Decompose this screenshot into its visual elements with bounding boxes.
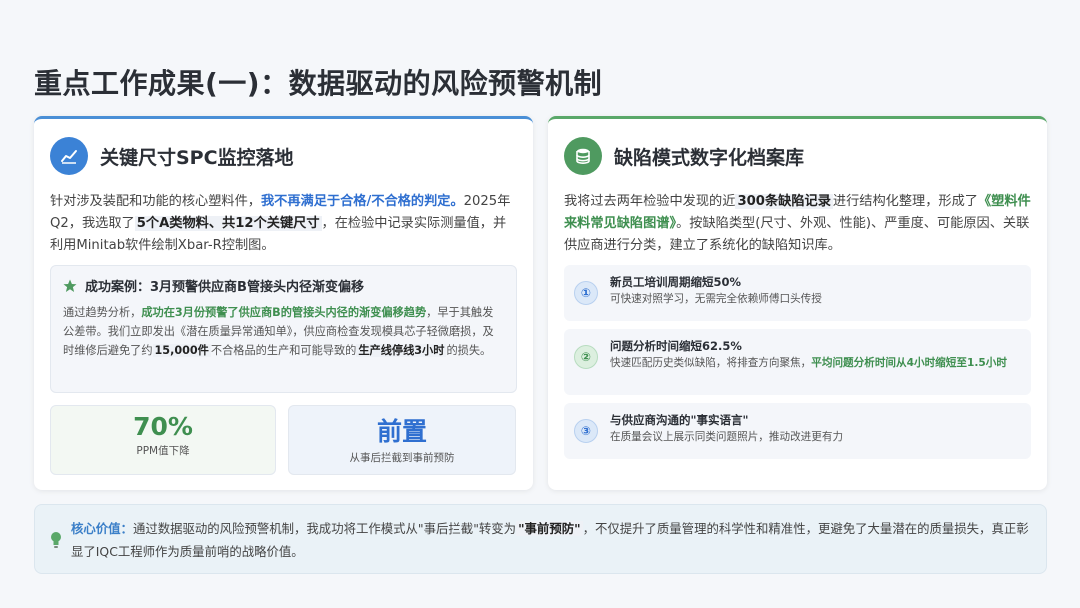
text-span: 不合格品的生产和可能导致的 xyxy=(210,344,357,357)
stat-ppm: 70% PPM值下降 xyxy=(50,405,276,475)
benefit-desc: 在质量会议上展示同类问题照片，推动改进更有力 xyxy=(610,431,844,443)
card-title: 关键尺寸SPC监控落地 xyxy=(100,146,294,169)
success-case-box: 成功案例：3月预警供应商B管接头内径渐变偏移 通过趋势分析，成功在3月份预警了供… xyxy=(50,265,517,393)
card-title: 缺陷模式数字化档案库 xyxy=(614,146,805,169)
benefit-title: 问题分析时间缩短62.5% xyxy=(610,339,742,353)
star-icon xyxy=(63,279,77,292)
number-badge: ② xyxy=(574,345,598,369)
database-icon xyxy=(564,137,602,175)
benefit-title: 与供应商沟通的"事实语言" xyxy=(610,413,749,427)
stat-prevention: 前置 从事后拦截到事前预防 xyxy=(288,405,516,475)
highlight-text: 300条缺陷记录 xyxy=(735,194,833,209)
highlight-text: 15,000件 xyxy=(152,344,211,357)
text-span: 我将过去两年检验中发现的近 xyxy=(564,194,736,209)
lightbulb-icon xyxy=(51,532,61,548)
banner-label: 核心价值： xyxy=(71,521,133,536)
text-span: 的损失。 xyxy=(446,344,492,357)
highlight-text: 成功在3月份预警了供应商B的管接头内径的渐变偏移趋势 xyxy=(141,306,427,319)
card-description: 我将过去两年检验中发现的近 300条缺陷记录 进行结构化整理，形成了《塑料件来料常见… xyxy=(564,191,1031,257)
benefit-desc: 可快速对照学习，无需完全依赖师傅口头传授 xyxy=(610,293,822,305)
benefit-desc: 快速匹配历史类似缺陷，将排查方向聚焦，平均问题分析时间从4小时缩短至1.5小时 xyxy=(610,355,1007,372)
benefit-title: 新员工培训周期缩短50% xyxy=(610,275,742,289)
case-description: 通过趋势分析，成功在3月份预警了供应商B的管接头内径的渐变偏移趋势，早于其触发公… xyxy=(63,303,504,360)
case-title-text: 成功案例：3月预警供应商B管接头内径渐变偏移 xyxy=(85,280,364,295)
stat-value: 前置 xyxy=(376,417,427,446)
benefit-item: ③ 与供应商沟通的"事实语言" 在质量会议上展示同类问题照片，推动改进更有力 xyxy=(564,403,1031,459)
highlight-text: 5个A类物料、共12个关键尺寸 xyxy=(134,216,322,231)
card-header: 缺陷模式数字化档案库 xyxy=(564,137,804,175)
highlight-text: 生产线停线3小时 xyxy=(356,344,447,357)
text-span: 通过数据驱动的风险预警机制，我成功将工作模式从"事后拦截"转变为 xyxy=(132,521,517,536)
page-title: 重点工作成果(一)：数据驱动的风险预警机制 xyxy=(34,67,603,100)
stat-caption: 从事后拦截到事前预防 xyxy=(349,452,455,464)
highlight-text: "事前预防" xyxy=(516,521,583,536)
card-description: 针对涉及装配和功能的核心塑料件，我不再满足于合格/不合格的判定。2025年Q2，… xyxy=(50,191,517,257)
core-value-text: 核心价值：通过数据驱动的风险预警机制，我成功将工作模式从"事后拦截"转变为 "事前… xyxy=(71,517,1032,563)
case-title: 成功案例：3月预警供应商B管接头内径渐变偏移 xyxy=(63,276,504,295)
spc-monitoring-card: 关键尺寸SPC监控落地 针对涉及装配和功能的核心塑料件，我不再满足于合格/不合格… xyxy=(34,116,533,490)
benefit-item: ① 新员工培训周期缩短50% 可快速对照学习，无需完全依赖师傅口头传授 xyxy=(564,265,1031,321)
number-badge: ① xyxy=(574,281,598,305)
number-badge: ③ xyxy=(574,419,598,443)
text-span: 快速匹配历史类似缺陷，将排查方向聚焦， xyxy=(610,357,812,369)
highlight-text: 平均问题分析时间从4小时缩短至1.5小时 xyxy=(811,357,1007,369)
text-span: 针对涉及装配和功能的核心塑料件， xyxy=(50,194,261,209)
core-value-banner: 核心价值：通过数据驱动的风险预警机制，我成功将工作模式从"事后拦截"转变为 "事前… xyxy=(34,504,1047,574)
benefit-item: ② 问题分析时间缩短62.5% 快速匹配历史类似缺陷，将排查方向聚焦，平均问题分… xyxy=(564,329,1031,395)
card-header: 关键尺寸SPC监控落地 xyxy=(50,137,294,175)
highlight-text: 我不再满足于合格/不合格的判定。 xyxy=(261,194,464,209)
stat-value: 70% xyxy=(133,412,193,441)
text-span: 通过趋势分析， xyxy=(63,306,142,319)
stat-caption: PPM值下降 xyxy=(136,445,190,457)
chart-line-icon xyxy=(50,137,88,175)
text-span: 进行结构化整理，形成了 xyxy=(832,194,978,209)
defect-archive-card: 缺陷模式数字化档案库 我将过去两年检验中发现的近 300条缺陷记录 进行结构化整理，… xyxy=(548,116,1047,490)
